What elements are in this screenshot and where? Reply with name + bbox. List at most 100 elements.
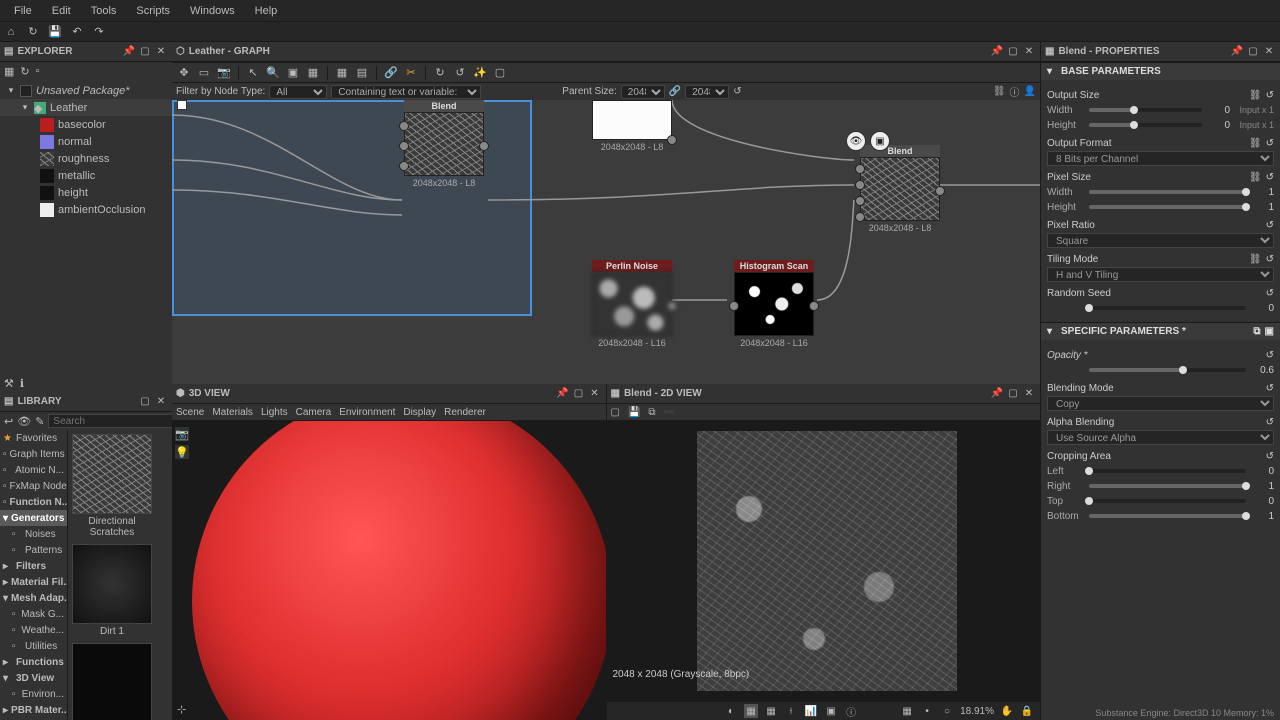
info-icon[interactable]: ⓘ: [1010, 84, 1020, 99]
close-icon[interactable]: ✕: [1022, 45, 1036, 59]
reset-icon[interactable]: ↺: [1266, 220, 1274, 231]
redo-icon[interactable]: ↷: [92, 25, 106, 39]
cat-mask[interactable]: ▫Mask G...: [0, 606, 67, 622]
unlink-icon[interactable]: ✂: [403, 65, 419, 81]
cat-favorites[interactable]: ★Favorites: [0, 430, 67, 446]
library-search-input[interactable]: [48, 414, 190, 428]
maximize-icon[interactable]: ▢: [1006, 45, 1020, 59]
undo-icon[interactable]: ↶: [70, 25, 84, 39]
channel-roughness[interactable]: roughness: [0, 150, 172, 167]
reset-icon[interactable]: ↺: [1266, 350, 1274, 361]
grid-icon[interactable]: ▦: [305, 65, 321, 81]
save-icon[interactable]: 💾: [628, 407, 640, 418]
menu-materials[interactable]: Materials: [212, 407, 253, 418]
copy-icon[interactable]: ⧉: [648, 407, 655, 418]
back-icon[interactable]: ↩: [4, 415, 13, 428]
user-icon[interactable]: 👤: [1024, 86, 1036, 97]
lock-icon[interactable]: 🔗: [669, 86, 681, 97]
reset-icon[interactable]: ↺: [1266, 451, 1274, 462]
dd-blending[interactable]: Copy: [1047, 396, 1274, 411]
cat-material-fil[interactable]: ▸Material Fil...: [0, 574, 67, 590]
cat-functions[interactable]: ▸Functions: [0, 654, 67, 670]
rect-icon[interactable]: ▢: [492, 65, 508, 81]
channel-basecolor[interactable]: basecolor: [0, 116, 172, 133]
camera-icon[interactable]: 📷: [216, 65, 232, 81]
dd-tiling[interactable]: H and V Tiling: [1047, 267, 1274, 282]
slider-px-width[interactable]: [1089, 190, 1246, 194]
cat-3dview[interactable]: ▾3D View: [0, 670, 67, 686]
ruler-icon[interactable]: ⟊: [784, 704, 798, 718]
maximize-icon[interactable]: ▢: [138, 395, 152, 409]
dd-alpha[interactable]: Use Source Alpha: [1047, 430, 1274, 445]
view2d-canvas[interactable]: 2048 x 2048 (Grayscale, 8bpc): [607, 421, 1041, 702]
reset-icon[interactable]: ↺: [733, 86, 741, 97]
lib-thumb-extra[interactable]: [72, 643, 152, 720]
slider-left[interactable]: [1089, 469, 1246, 473]
channel-metallic[interactable]: metallic: [0, 167, 172, 184]
cat-patterns[interactable]: ▫Patterns: [0, 542, 67, 558]
maximize-icon[interactable]: ▢: [138, 45, 152, 59]
cat-graph-items[interactable]: ▫Graph Items: [0, 446, 67, 462]
cat-weather[interactable]: ▫Weathe...: [0, 622, 67, 638]
wand-icon[interactable]: ✨: [472, 65, 488, 81]
reset-icon[interactable]: ↺: [1266, 383, 1274, 394]
dot2-icon[interactable]: ○: [940, 704, 954, 718]
maximize-icon[interactable]: ▢: [572, 387, 586, 401]
slider-right[interactable]: [1089, 484, 1246, 488]
reset-icon[interactable]: ↺: [1266, 172, 1274, 183]
node-perlin[interactable]: Perlin Noise 2048x2048 - L16: [592, 260, 672, 348]
menu-scene[interactable]: Scene: [176, 407, 204, 418]
channel-icon[interactable]: ◐: [724, 704, 738, 718]
menu-renderer[interactable]: Renderer: [444, 407, 486, 418]
paste-icon[interactable]: ▣: [1265, 326, 1274, 337]
tile-icon[interactable]: ▦: [764, 704, 778, 718]
slider-seed[interactable]: [1089, 306, 1246, 310]
node-uniform[interactable]: 2048x2048 - L8: [592, 100, 672, 152]
view-thumb-icon[interactable]: ▦: [334, 65, 350, 81]
item-icon[interactable]: ▫: [36, 65, 40, 77]
tool-icon[interactable]: ⚒: [4, 377, 14, 390]
slider-opacity[interactable]: [1089, 368, 1246, 372]
link-icon[interactable]: ⛓: [1249, 254, 1262, 265]
cat-pbr[interactable]: ▸PBR Mater...: [0, 702, 67, 718]
menu-display[interactable]: Display: [403, 407, 436, 418]
maximize-icon[interactable]: ▢: [1246, 45, 1260, 59]
parent-size-h[interactable]: 2048: [685, 85, 729, 99]
info-icon[interactable]: ℹ: [20, 377, 24, 390]
menu-windows[interactable]: Windows: [180, 2, 245, 20]
link-icon[interactable]: ⛓: [1249, 90, 1262, 101]
dd-pixel-ratio[interactable]: Square: [1047, 233, 1274, 248]
grid-icon[interactable]: ▦: [744, 704, 758, 718]
reset-icon[interactable]: ↺: [1266, 417, 1274, 428]
save-icon[interactable]: 💾: [48, 25, 62, 39]
link-icon[interactable]: 🔗: [383, 65, 399, 81]
slider-width[interactable]: [1089, 108, 1202, 112]
close-icon[interactable]: ✕: [1262, 45, 1276, 59]
close-icon[interactable]: ✕: [1022, 387, 1036, 401]
pin-icon[interactable]: 📌: [556, 387, 570, 401]
reset-icon[interactable]: ↺: [1266, 138, 1274, 149]
axis-icon[interactable]: ⊹: [177, 703, 186, 716]
node-blend-2[interactable]: 👁 ▣ Blend 2048x2048 - L8: [860, 145, 940, 233]
filter-type-dropdown[interactable]: All: [269, 85, 327, 99]
menu-tools[interactable]: Tools: [81, 2, 127, 20]
cat-atomic[interactable]: ▫Atomic N...: [0, 462, 67, 478]
slider-bottom[interactable]: [1089, 514, 1246, 518]
dd-output-format[interactable]: 8 Bits per Channel: [1047, 151, 1274, 166]
close-icon[interactable]: ✕: [588, 387, 602, 401]
filter-mode-dropdown[interactable]: Containing text or variable:: [331, 85, 481, 99]
reset-icon[interactable]: ↺: [1266, 254, 1274, 265]
cursor-icon[interactable]: ↖: [245, 65, 261, 81]
section-base[interactable]: ▾BASE PARAMETERS: [1041, 62, 1280, 80]
view3d-canvas[interactable]: 📷 💡 ⊹: [172, 421, 606, 720]
hand-icon[interactable]: ✋: [1000, 704, 1014, 718]
eye-badge-icon[interactable]: 👁: [846, 131, 866, 151]
view-list-icon[interactable]: ▤: [354, 65, 370, 81]
cat-fxmap[interactable]: ▫FxMap Nodes: [0, 478, 67, 494]
lib-thumb-scratches[interactable]: Directional Scratches: [72, 434, 152, 540]
menu-scripts[interactable]: Scripts: [126, 2, 180, 20]
slider-top[interactable]: [1089, 499, 1246, 503]
pin-icon[interactable]: 📌: [990, 387, 1004, 401]
graph-canvas[interactable]: 2048x2048 - L8 Blend 2048x2048 - L8 👁 ▣ …: [172, 100, 1040, 384]
menu-environment[interactable]: Environment: [339, 407, 395, 418]
